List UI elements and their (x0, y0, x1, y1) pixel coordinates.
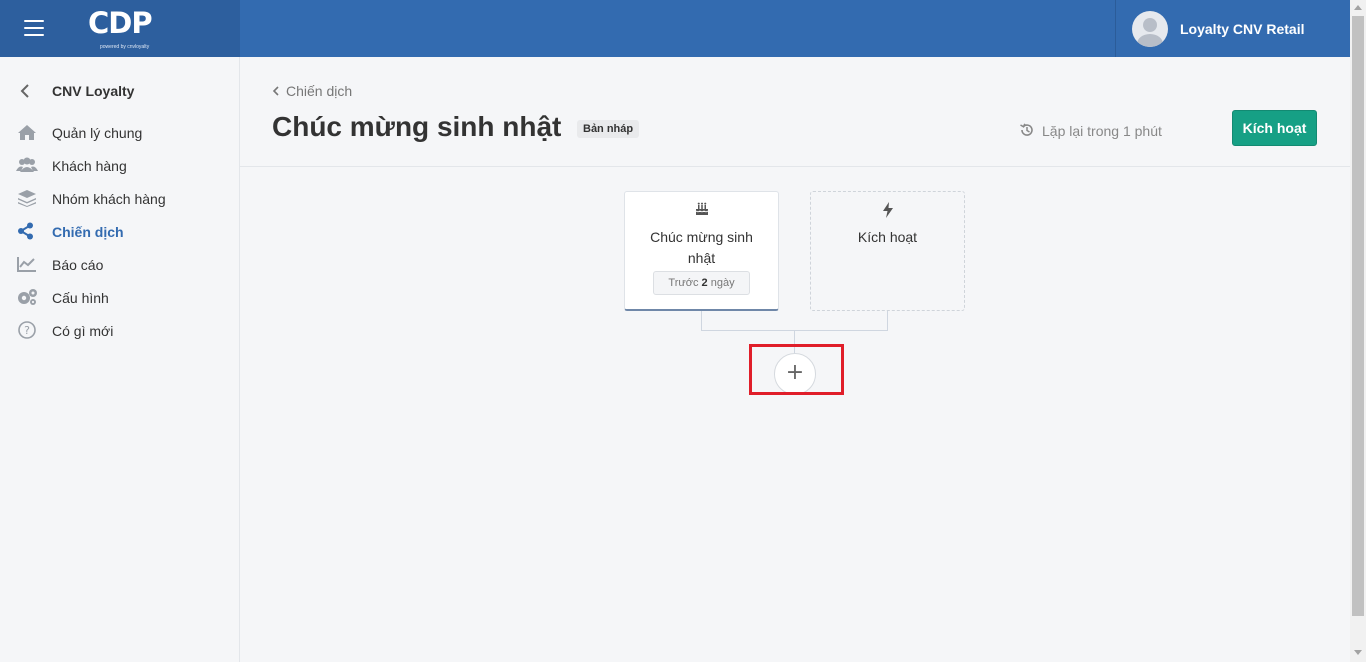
sidebar-item-label: Chiến dịch (52, 224, 124, 240)
header-divider (240, 166, 1350, 167)
connector-right (887, 311, 888, 330)
logo[interactable]: CDP powered by cnvloyalty (88, 6, 168, 52)
sidebar-item-label: Quản lý chung (52, 125, 143, 141)
sidebar-back[interactable]: CNV Loyalty (20, 81, 220, 101)
trigger-card-label: Kích hoạt (857, 229, 918, 245)
status-badge: Bản nháp (577, 120, 640, 138)
scroll-down-arrow-icon[interactable] (1354, 650, 1362, 655)
sidebar-item-label: Nhóm khách hàng (52, 191, 166, 207)
sidebar-item-label: Có gì mới (52, 323, 114, 339)
repeat-text: Lặp lại trong 1 phút (1042, 123, 1162, 139)
event-card-label: Chúc mừng sinh nhật (650, 229, 753, 266)
chevron-left-icon (272, 85, 282, 99)
breadcrumb-label[interactable]: Chiến dịch (286, 83, 352, 99)
page-title: Chúc mừng sinh nhật (272, 111, 562, 142)
main-content: Chiến dịch Chúc mừng sinh nhật Bản nháp … (240, 57, 1350, 662)
logo-subtext: powered by cnvloyalty (100, 44, 150, 50)
svg-text:?: ? (24, 324, 30, 337)
user-name[interactable]: Loyalty CNV Retail (1180, 21, 1304, 37)
users-icon (16, 156, 38, 174)
sidebar-item-label: Báo cáo (52, 257, 104, 273)
layers-icon (16, 189, 38, 207)
sidebar-item-cau-hinh[interactable]: Cấu hình (14, 286, 224, 310)
share-icon (16, 222, 38, 240)
flow-trigger-card[interactable]: Kích hoạt (810, 191, 965, 311)
sidebar-item-label: Cấu hình (52, 290, 109, 306)
sidebar-item-bao-cao[interactable]: Báo cáo (14, 253, 224, 277)
scroll-up-arrow-icon[interactable] (1354, 5, 1362, 10)
activate-button[interactable]: Kích hoạt (1232, 110, 1317, 146)
user-menu[interactable]: Loyalty CNV Retail (1115, 0, 1350, 57)
pill-prefix: Trước (668, 277, 699, 289)
bolt-icon (811, 202, 964, 218)
sidebar-item-co-gi-moi[interactable]: ? Có gì mới (14, 319, 224, 343)
birthday-cake-icon (625, 202, 778, 218)
sidebar-item-label: Khách hàng (52, 158, 127, 174)
connector-left (701, 311, 702, 330)
history-icon (1020, 123, 1033, 136)
highlight-annotation (749, 344, 844, 395)
scroll-thumb[interactable] (1352, 16, 1364, 616)
timing-pill[interactable]: Trước 2 ngày (653, 271, 750, 295)
avatar[interactable] (1132, 11, 1168, 47)
sidebar-item-chien-dich[interactable]: Chiến dịch (14, 220, 224, 244)
gears-icon (16, 288, 38, 306)
sidebar-title: CNV Loyalty (52, 83, 135, 99)
top-bar: CDP powered by cnvloyalty Loyalty CNV Re… (0, 0, 1366, 57)
brand-area: CDP powered by cnvloyalty (0, 0, 240, 57)
sidebar-item-khach-hang[interactable]: Khách hàng (14, 154, 224, 178)
menu-toggle-icon[interactable] (24, 20, 44, 36)
sidebar-item-quan-ly-chung[interactable]: Quản lý chung (14, 121, 224, 145)
breadcrumb[interactable]: Chiến dịch (272, 83, 352, 99)
chevron-left-icon[interactable] (20, 83, 30, 103)
sidebar-item-nhom-khach-hang[interactable]: Nhóm khách hàng (14, 187, 224, 211)
question-icon: ? (16, 321, 38, 339)
scrollbar[interactable] (1350, 0, 1366, 662)
logo-text: CDP (88, 6, 153, 40)
flow-event-card[interactable]: Chúc mừng sinh nhật Trước 2 ngày (624, 191, 779, 311)
home-icon (16, 123, 38, 141)
pill-number: 2 (701, 277, 708, 289)
sidebar: CNV Loyalty Quản lý chung Khách hàng Nhó… (0, 57, 240, 662)
chart-icon (16, 255, 38, 273)
pill-suffix: ngày (710, 277, 735, 289)
